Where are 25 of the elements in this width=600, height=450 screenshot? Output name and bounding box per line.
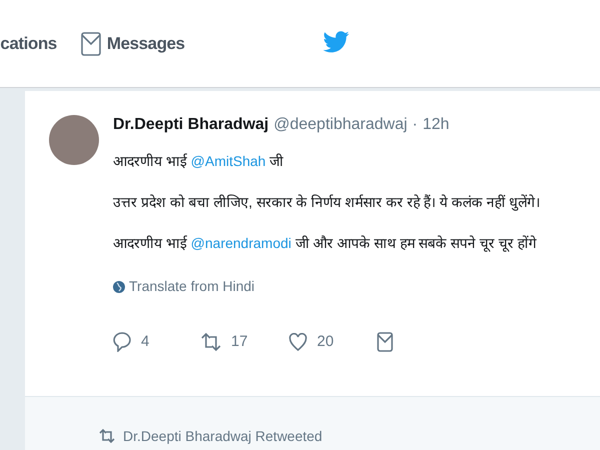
separator: · xyxy=(412,115,418,135)
author-handle: @deeptibharadwaj xyxy=(274,115,408,135)
envelope-icon xyxy=(80,32,101,56)
retweet-button[interactable]: 17 xyxy=(201,331,289,354)
tweet-text: आदरणीय भाई @AmitShah जी xyxy=(113,152,285,171)
envelope-icon xyxy=(377,332,393,352)
reply-button[interactable]: 4 xyxy=(113,331,201,354)
bird-logo-icon[interactable] xyxy=(323,30,349,54)
nav-tab[interactable]: ications xyxy=(0,30,57,56)
reply-icon xyxy=(113,332,131,352)
author-name[interactable]: Dr.Deepti Bharadwaj xyxy=(113,113,269,137)
like-button[interactable]: 20 xyxy=(289,331,377,354)
retweet-icon xyxy=(201,332,221,352)
retweeted-by-label: Dr.Deepti Bharadwaj Retweeted xyxy=(123,426,322,446)
retweet-icon xyxy=(99,428,115,444)
tweet-text: आदरणीय भाई @narendramodi जी और आपके साथ हम सबके सपने चूर चूर होंगे xyxy=(113,234,538,254)
avatar[interactable] xyxy=(49,115,99,165)
mention-link[interactable]: @AmitShah xyxy=(190,153,266,169)
translate-link[interactable]: Translate from Hindi xyxy=(129,276,255,297)
globe-icon xyxy=(113,280,125,292)
heart-icon xyxy=(289,333,307,352)
mention-link[interactable]: @narendramodi xyxy=(190,235,292,251)
timestamp[interactable]: 12h xyxy=(422,113,450,137)
tweet-text: उत्तर प्रदेश को बचा लीजिए, सरकार के निर्णय शर्मसार कर रहे हैं। ये कलंक नहीं धुलेंगे। xyxy=(113,193,540,213)
nav-tab[interactable]: Messages xyxy=(80,30,185,56)
